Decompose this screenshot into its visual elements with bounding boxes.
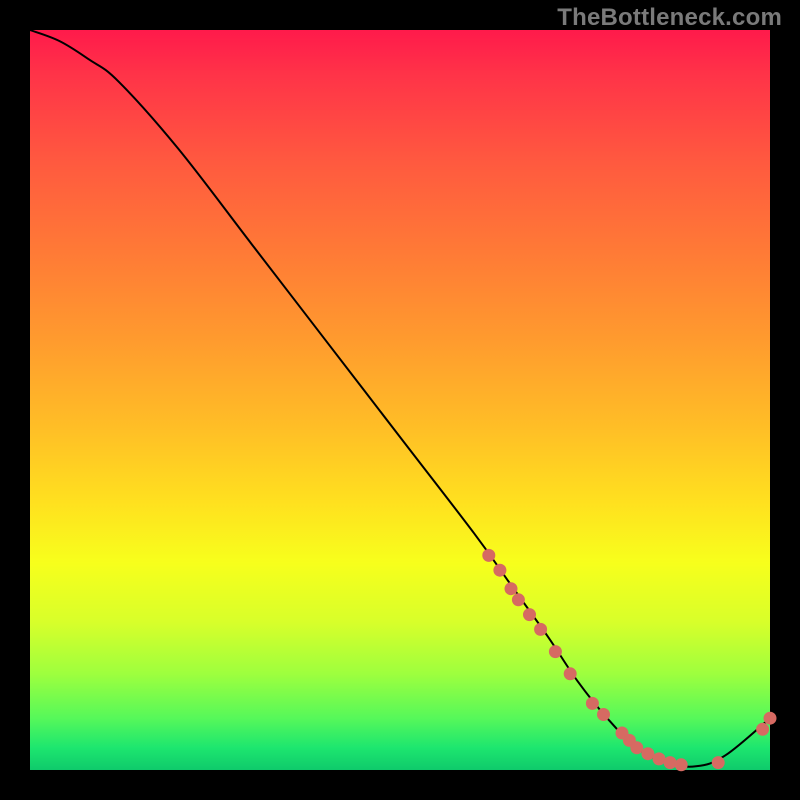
data-marker [653,753,665,765]
data-marker [598,709,610,721]
watermark-text: TheBottleneck.com [557,4,782,32]
data-marker [586,697,598,709]
data-marker [642,748,654,760]
data-marker [512,594,524,606]
data-marker [483,549,495,561]
data-marker [664,757,676,769]
data-marker [549,646,561,658]
data-marker [564,668,576,680]
data-marker [535,623,547,635]
data-marker [494,564,506,576]
plot-area [30,30,770,770]
curve-svg [30,30,770,770]
data-marker [712,757,724,769]
data-marker [631,742,643,754]
data-marker [505,583,517,595]
chart-frame: TheBottleneck.com [0,0,800,800]
data-marker [524,609,536,621]
bottleneck-curve [30,30,770,767]
marker-group [483,549,776,770]
data-marker [675,759,687,771]
data-marker [764,712,776,724]
data-marker [757,723,769,735]
